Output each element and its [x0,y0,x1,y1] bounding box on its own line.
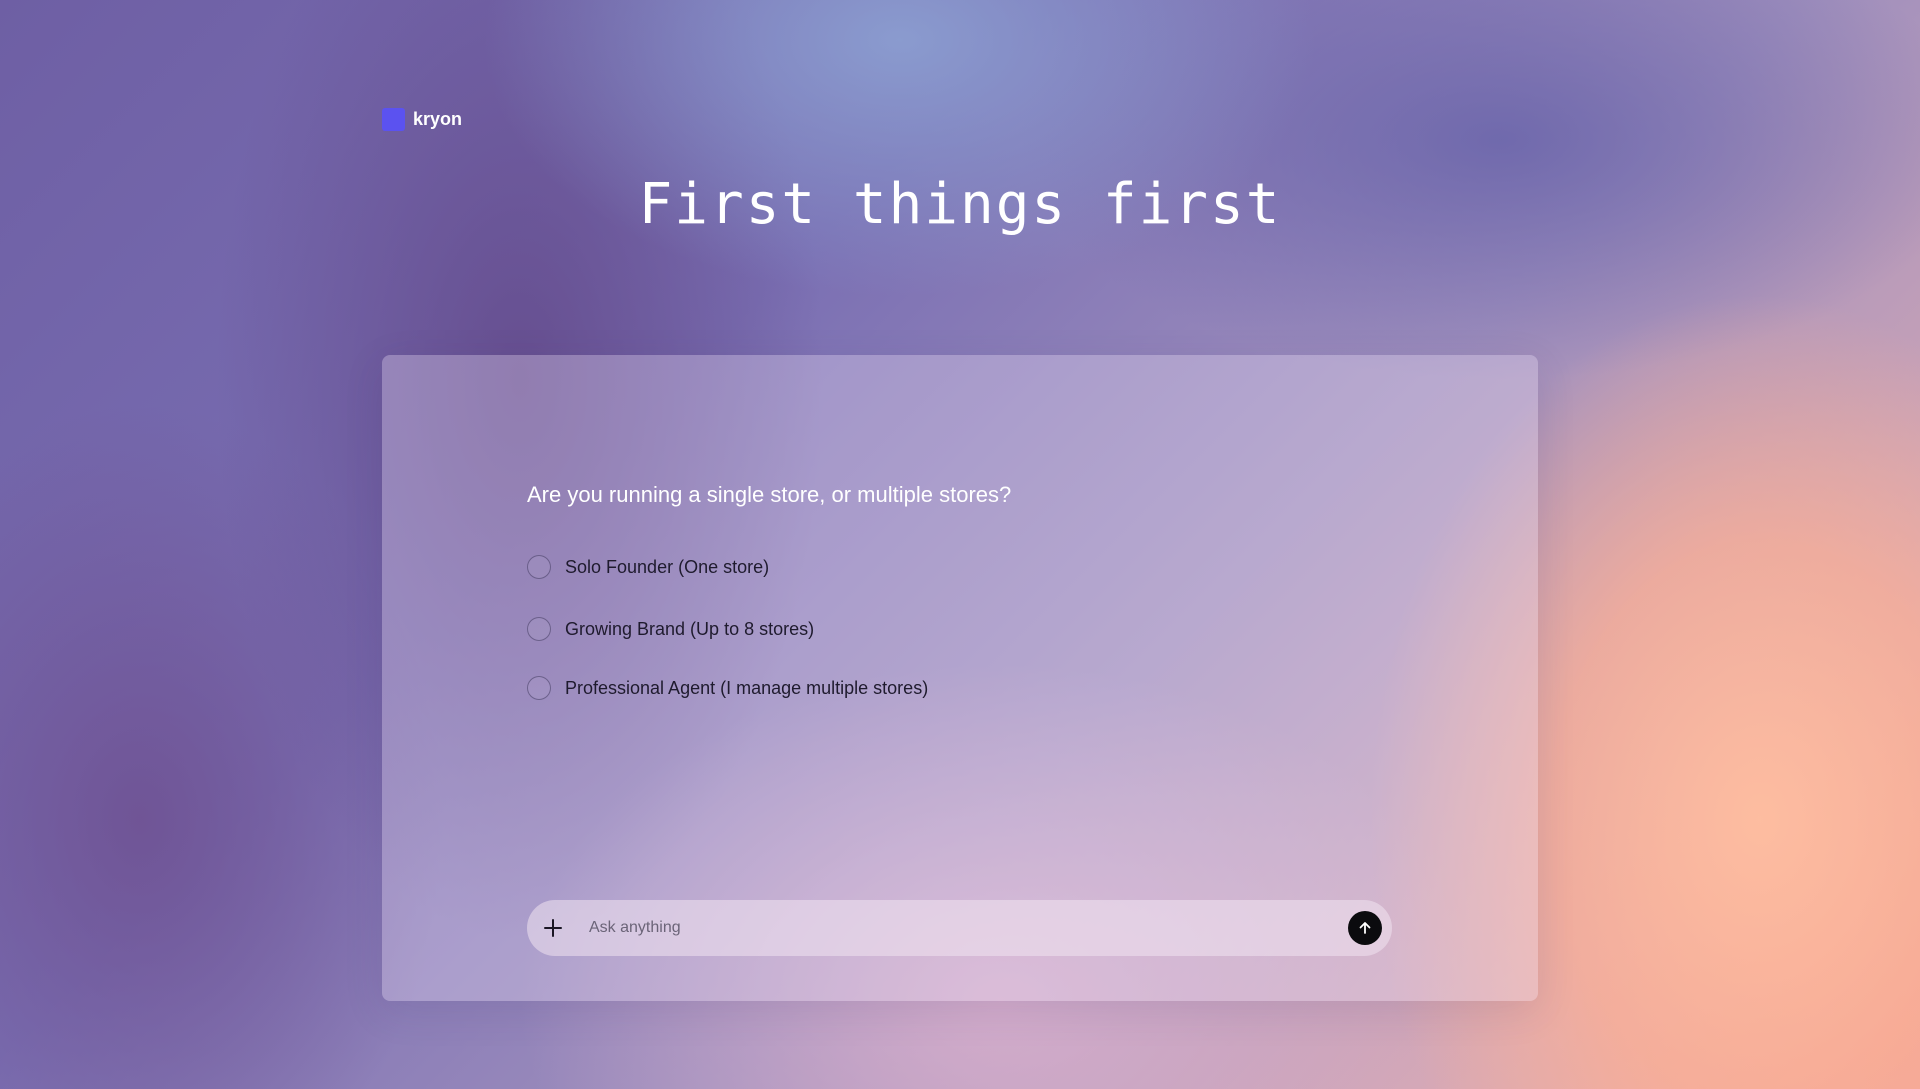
radio-button[interactable] [527,676,551,700]
radio-button[interactable] [527,617,551,641]
send-button[interactable] [1348,911,1382,945]
option-label: Solo Founder (One store) [565,556,770,577]
brand-mark-icon [382,108,405,131]
radio-button[interactable] [527,555,551,579]
chat-input[interactable] [587,918,1348,938]
options-list: Solo Founder (One store) Growing Brand (… [527,553,928,702]
option-growing-brand[interactable]: Growing Brand (Up to 8 stores) [527,615,928,643]
chat-composer [527,900,1392,956]
page-title: First things first [638,172,1282,237]
plus-icon [544,919,562,937]
arrow-up-icon [1359,922,1371,934]
option-label: Growing Brand (Up to 8 stores) [565,618,815,639]
brand-logo[interactable]: kryon [382,108,462,131]
question-text: Are you running a single store, or multi… [527,482,1012,507]
option-solo-founder[interactable]: Solo Founder (One store) [527,553,928,581]
onboarding-card: Are you running a single store, or multi… [382,355,1538,1001]
attach-button[interactable] [539,914,567,942]
option-label: Professional Agent (I manage multiple st… [565,677,929,698]
option-professional-agent[interactable]: Professional Agent (I manage multiple st… [527,674,928,702]
brand-name: kryon [413,109,463,129]
